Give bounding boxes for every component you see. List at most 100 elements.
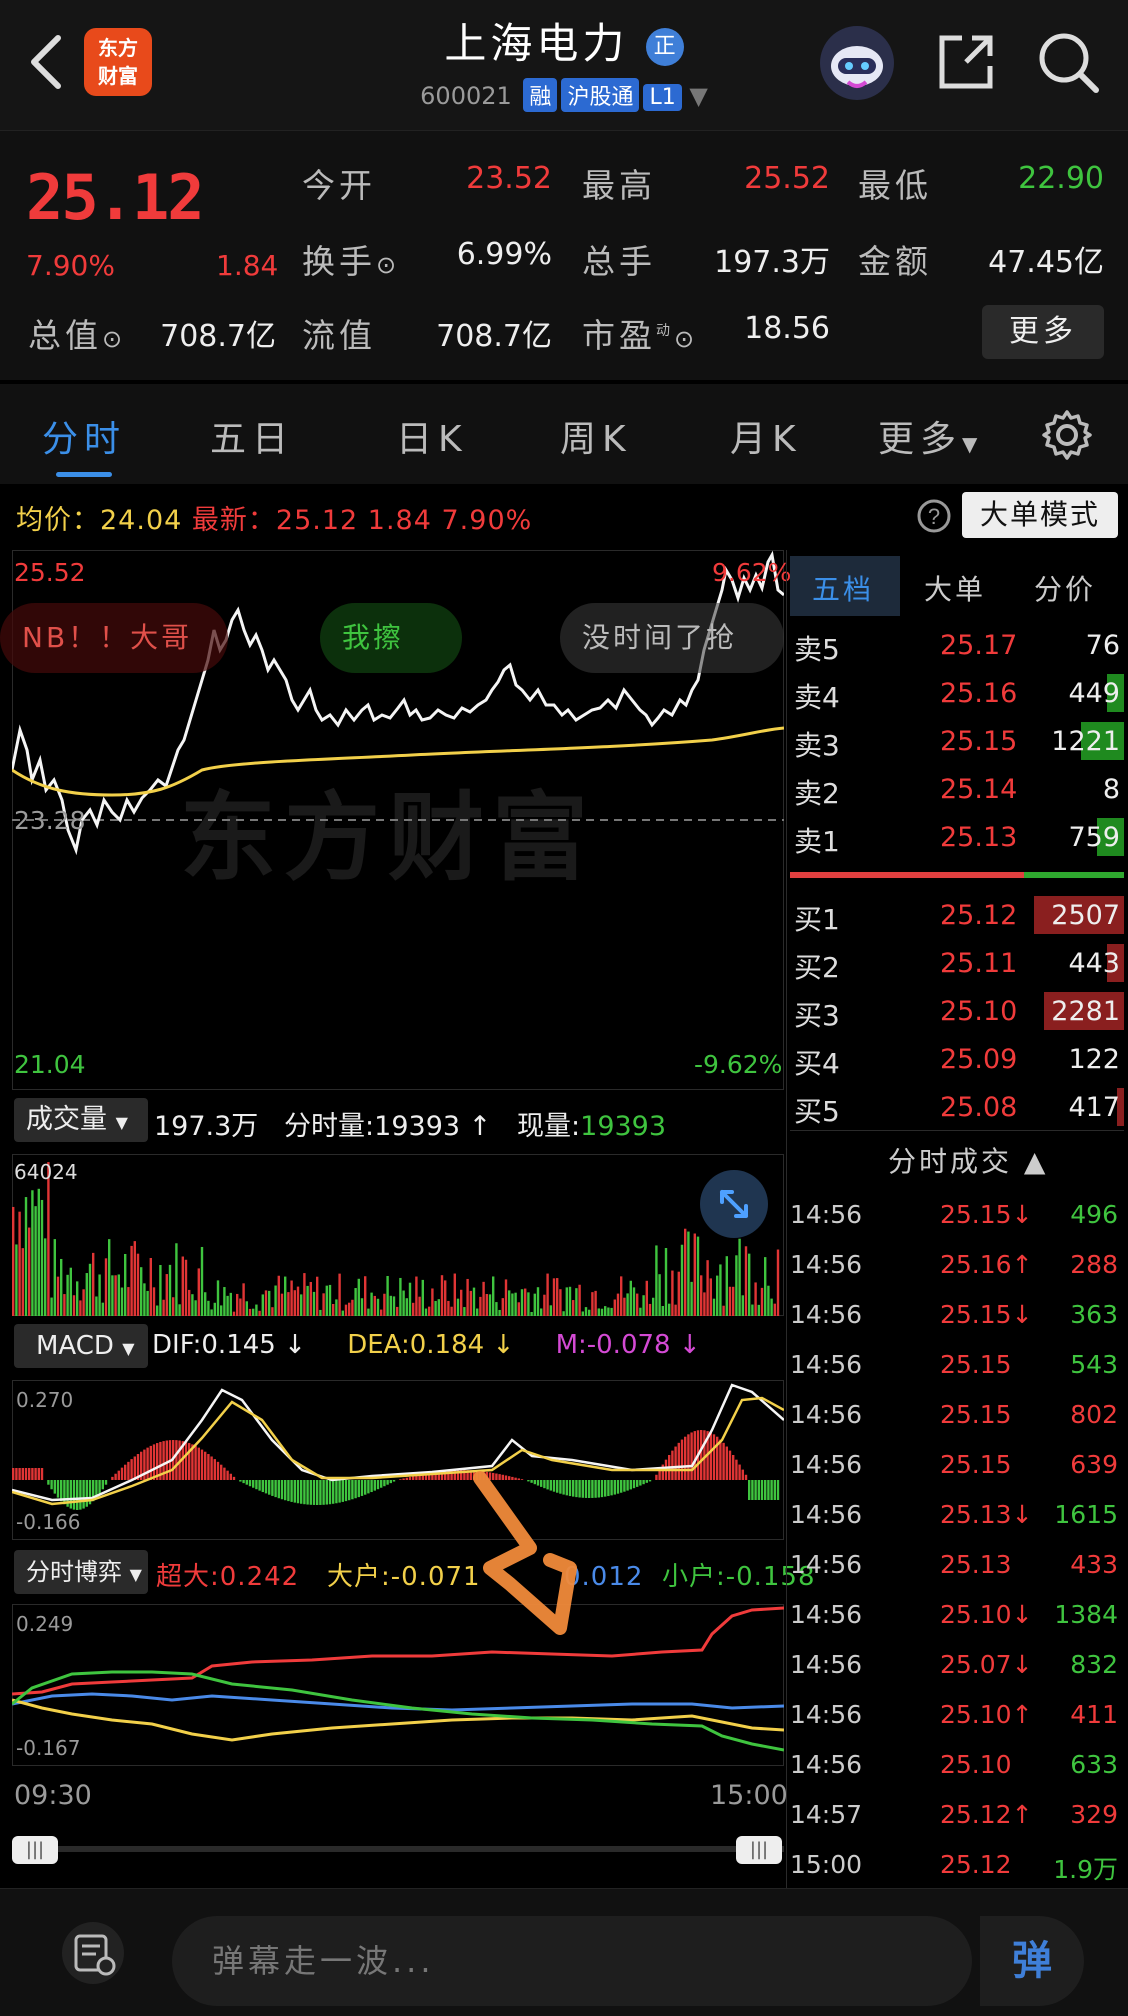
volume-bar xyxy=(216,1280,220,1316)
bid-row[interactable]: 买5 25.08 417 xyxy=(790,1084,1124,1130)
macd-bar xyxy=(373,1480,376,1491)
indicator-select-game[interactable]: 分时博弈 ▼ xyxy=(14,1550,148,1594)
volume-bar xyxy=(440,1275,444,1316)
macd-chart[interactable] xyxy=(12,1380,784,1540)
ask-level-label: 卖4 xyxy=(794,681,840,714)
ask-row[interactable]: 卖2 25.14 8 xyxy=(790,766,1124,812)
share-icon[interactable] xyxy=(936,32,996,92)
indicator-select-volume[interactable]: 成交量 ▼ xyxy=(14,1098,148,1142)
macd-bar xyxy=(636,1480,639,1487)
chart-tabs: 分时 五日 日K 周K 月K 更多▼ xyxy=(0,384,1128,484)
tab-big-orders[interactable]: 大单 xyxy=(924,568,986,608)
ask-row[interactable]: 卖3 25.15 1221 xyxy=(790,718,1124,764)
volume-bar xyxy=(472,1287,476,1316)
mktcap-label[interactable]: 总值⊙ xyxy=(28,309,122,357)
volume-bar xyxy=(261,1294,264,1316)
help-icon[interactable]: ? xyxy=(916,498,952,534)
volume-bar xyxy=(488,1294,492,1316)
macd-bar xyxy=(197,1447,200,1480)
bid-row[interactable]: 买1 25.12 2507 xyxy=(790,892,1124,938)
macd-bar xyxy=(732,1455,735,1480)
tab-daily-k[interactable]: 日K xyxy=(396,410,468,462)
assistant-robot-icon[interactable] xyxy=(820,26,894,100)
ticks-header[interactable]: 分时成交 ▲ xyxy=(888,1140,1048,1180)
danmaku-bubble[interactable]: 没时间了抢 xyxy=(560,603,784,673)
current-volume: 19393 xyxy=(580,1111,667,1142)
ask-row[interactable]: 卖5 25.17 76 xyxy=(790,622,1124,668)
tab-price-dist[interactable]: 分价 xyxy=(1034,568,1096,608)
volume-bar xyxy=(85,1273,88,1316)
volume-bar xyxy=(431,1288,434,1316)
avg-price-value: 24.04 xyxy=(100,505,183,536)
tick-time: 14:56 xyxy=(790,1250,863,1279)
expand-icon[interactable] xyxy=(700,1170,768,1238)
bid-row[interactable]: 买2 25.11 443 xyxy=(790,940,1124,986)
ask-row[interactable]: 卖1 25.13 759 xyxy=(790,814,1124,860)
macd-bar xyxy=(245,1480,248,1485)
bid-ask-ratio-green xyxy=(1024,872,1124,878)
volume-bar xyxy=(72,1295,76,1316)
volume-bar xyxy=(716,1275,719,1316)
bid-volume: 2281 xyxy=(1051,996,1120,1027)
bid-row[interactable]: 买3 25.10 2281 xyxy=(790,988,1124,1034)
bid-row[interactable]: 买4 25.09 122 xyxy=(790,1036,1124,1082)
settings-gear-icon[interactable] xyxy=(1040,408,1094,462)
macd-bar xyxy=(69,1480,72,1509)
macd-bar xyxy=(31,1468,34,1480)
macd-bar xyxy=(56,1480,60,1498)
volume-bar xyxy=(200,1246,204,1316)
volume-bar xyxy=(344,1304,348,1316)
quote-panel: 25.12 7.90% 1.84 今开 23.52 最高 25.52 最低 22… xyxy=(0,130,1128,380)
volume-bar xyxy=(271,1307,274,1316)
volume-bar xyxy=(264,1290,268,1316)
volume-bars[interactable] xyxy=(12,1154,784,1316)
tab-five-levels[interactable]: 五档 xyxy=(812,568,874,608)
danmaku-bubble[interactable]: NB！！大哥 xyxy=(0,603,228,673)
indicator-select-macd[interactable]: MACD ▼ xyxy=(14,1324,148,1368)
tab-weekly-k[interactable]: 周K xyxy=(560,410,632,462)
volume-bar xyxy=(232,1311,236,1316)
chevron-down-icon[interactable]: ▼ xyxy=(689,82,707,110)
macd-bar xyxy=(258,1480,261,1491)
volume-bar xyxy=(18,1211,21,1316)
macd-y-max: 0.270 xyxy=(16,1388,74,1412)
ask-row[interactable]: 卖4 25.16 449 xyxy=(790,670,1124,716)
volume-bar xyxy=(236,1293,239,1316)
tick-row: 14:56 25.15 802 xyxy=(790,1390,1124,1440)
large-value: 大户:-0.071 xyxy=(327,1562,481,1592)
danmaku-input[interactable]: 弹幕走一波... xyxy=(172,1916,972,2006)
tab-five-day[interactable]: 五日 xyxy=(210,410,294,462)
danmaku-send-button[interactable]: 弹 xyxy=(980,1916,1084,2006)
volume-bar xyxy=(674,1304,677,1316)
turnover-label[interactable]: 换手⊙ xyxy=(302,235,396,283)
ask-volume: 759 xyxy=(1068,822,1120,853)
tab-more[interactable]: 更多▼ xyxy=(878,410,977,462)
tick-volume: 363 xyxy=(1070,1300,1118,1329)
tab-monthly-k[interactable]: 月K xyxy=(730,410,802,462)
more-quote-button[interactable]: 更多 xyxy=(982,305,1104,359)
macd-bar xyxy=(28,1468,31,1480)
chart-info-bar: 均价：24.04 最新：25.12 1.84 7.90% ? xyxy=(0,490,1128,542)
danmaku-bubble[interactable]: 我擦 xyxy=(320,603,462,673)
macd-bar xyxy=(687,1434,690,1480)
range-slider-left-handle[interactable]: ||| xyxy=(12,1836,58,1864)
info-icon[interactable]: ⊙ xyxy=(102,325,122,353)
volume-bar xyxy=(156,1305,159,1316)
chart-info-text: 均价：24.04 最新：25.12 1.84 7.90% xyxy=(16,505,533,536)
info-icon[interactable]: ⊙ xyxy=(376,251,396,279)
macd-bar xyxy=(284,1480,287,1501)
pe-label[interactable]: 市盈动⊙ xyxy=(582,309,694,357)
bid-level-label: 买1 xyxy=(794,903,840,936)
big-order-mode-button[interactable]: 大单模式 xyxy=(962,492,1118,538)
search-icon[interactable] xyxy=(1036,30,1100,94)
info-icon[interactable]: ⊙ xyxy=(674,325,694,353)
range-slider-right-handle[interactable]: ||| xyxy=(736,1836,782,1864)
tab-intraday[interactable]: 分时 xyxy=(42,410,126,462)
volume-bar xyxy=(178,1304,181,1316)
game-chart[interactable] xyxy=(12,1604,784,1766)
macd-bar xyxy=(127,1461,130,1480)
tick-time: 14:56 xyxy=(790,1350,863,1379)
danmaku-settings-icon[interactable] xyxy=(62,1922,124,1984)
bid-price: 25.08 xyxy=(940,1092,1018,1123)
macd-bar xyxy=(680,1439,684,1480)
